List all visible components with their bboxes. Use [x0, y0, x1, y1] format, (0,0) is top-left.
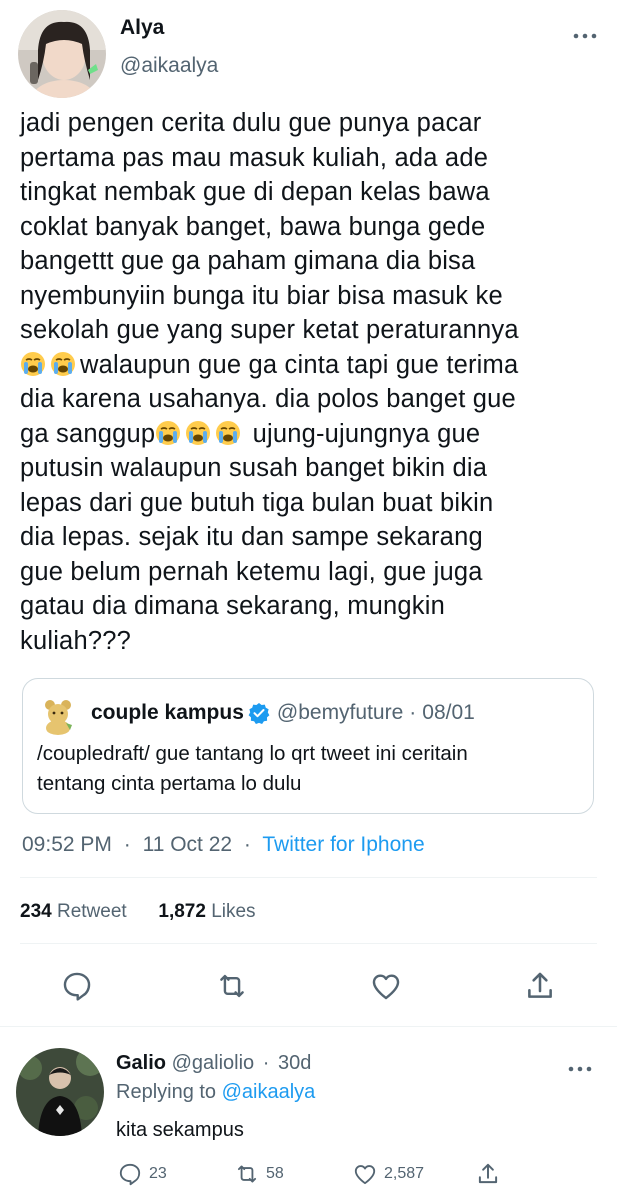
crying-emoji-icon [186, 420, 211, 445]
like-icon [354, 1165, 376, 1185]
more-options-icon[interactable] [570, 26, 600, 46]
likes-label: Likes [211, 901, 256, 922]
reply-avatar[interactable] [16, 1048, 104, 1136]
crying-emoji-icon [216, 420, 241, 445]
likes-stat[interactable]: 1,872 Likes [158, 901, 255, 922]
divider [20, 943, 597, 944]
retweets-count: 234 [20, 901, 52, 922]
separator-dot: · [262, 1052, 270, 1074]
reply-handle[interactable]: @galiolio [172, 1052, 255, 1074]
tweet-line: tingkat nembak gue di depan kelas bawa [20, 178, 490, 206]
tweet-line-emoji: ga sanggup ujung-ujungnya gue [20, 417, 605, 452]
author-name[interactable]: Alya [120, 16, 164, 40]
tweet-line: coklat banyak banget, bawa bunga gede [20, 212, 486, 241]
quoted-line: tentang cinta pertama lo dulu [37, 772, 302, 795]
retweet-count: 58 [266, 1165, 284, 1182]
tweet-line-text: ga sanggup [20, 419, 156, 448]
crying-emoji-icon [21, 351, 45, 376]
share-icon[interactable] [523, 969, 557, 1003]
quoted-avatar [38, 695, 78, 735]
separator-dot: · [409, 701, 417, 724]
reply-time: 30d [277, 1052, 312, 1074]
retweet-icon [237, 1165, 257, 1183]
reply-reply-button[interactable]: 23 [117, 1160, 167, 1188]
author-handle[interactable]: @aikaalya [120, 54, 218, 78]
reply-header: Galio @galiolio · 30d [116, 1052, 311, 1075]
tweet-line: bangettt gue ga paham gimana dia bisa [20, 247, 476, 275]
tweet-line: kuliah??? [20, 626, 131, 655]
replying-to: Replying to @aikaalya [116, 1081, 315, 1104]
tweet-line-text: ujung-ujungnya gue [252, 419, 481, 448]
divider [20, 877, 597, 878]
more-options-icon[interactable] [565, 1059, 595, 1079]
tweet-meta: 09:52 PM · 11 Oct 22 · Twitter for Iphon… [22, 833, 425, 857]
tweet-source[interactable]: Twitter for Iphone [262, 833, 424, 856]
tweet-line-emoji: walaupun gue ga cinta tapi gue terima [20, 348, 605, 383]
reply-share-button[interactable] [475, 1160, 507, 1188]
tweet-line: nyembunyiin bunga itu biar bisa masuk ke [20, 281, 503, 310]
retweets-stat[interactable]: 234 Retweet [20, 901, 127, 922]
quoted-header: couple kampus @bemyfuture · 08/01 [91, 701, 475, 725]
replying-to-label: Replying to [116, 1081, 217, 1103]
like-icon[interactable] [369, 969, 403, 1003]
replying-to-mention[interactable]: @aikaalya [222, 1081, 316, 1103]
reply-name[interactable]: Galio [116, 1052, 166, 1074]
divider [0, 1026, 617, 1027]
tweet-line: pertama pas mau masuk kuliah, ada ade [20, 143, 489, 172]
reply-like-button[interactable]: 2,587 [352, 1160, 424, 1188]
share-icon [478, 1163, 498, 1184]
tweet-line-text: walaupun gue ga cinta tapi gue terima [80, 350, 519, 379]
tweet-line: lepas dari gue butuh tiga bulan buat bik… [20, 488, 494, 517]
reply-icon [119, 1163, 141, 1186]
reply-retweet-button[interactable]: 58 [234, 1160, 284, 1188]
reply-count: 23 [149, 1165, 167, 1182]
tweet-line: gatau dia dimana sekarang, mungkin [20, 592, 445, 620]
quoted-date: 08/01 [422, 701, 475, 724]
tweet-line: dia lepas. sejak itu dan sampe sekarang [20, 523, 483, 551]
author-avatar[interactable] [18, 10, 106, 98]
tweet-line: dia karena usahanya. dia polos banget gu… [20, 385, 516, 413]
tweet-line: putusin walaupun susah banget bikin dia [20, 454, 488, 482]
crying-emoji-icon [156, 420, 181, 445]
verified-badge-icon [248, 702, 270, 724]
likes-count: 1,872 [158, 901, 206, 922]
separator-dot: · [243, 833, 251, 856]
tweet-time[interactable]: 09:52 PM [22, 833, 112, 856]
tweet-stats: 234 Retweet 1,872 Likes [20, 901, 256, 923]
retweets-label: Retweet [56, 901, 127, 922]
retweet-icon[interactable] [215, 969, 249, 1003]
tweet-line: sekolah gue yang super ketat peraturanny… [20, 316, 519, 344]
like-count: 2,587 [384, 1165, 425, 1182]
tweet-text: jadi pengen cerita dulu gue punya pacar … [20, 106, 605, 658]
quoted-line: /coupledraft/ gue tantang lo qrt tweet i… [37, 742, 468, 765]
quoted-tweet[interactable]: couple kampus @bemyfuture · 08/01 /coupl… [22, 678, 594, 814]
crying-emoji-icon [51, 351, 75, 376]
quoted-text: /coupledraft/ gue tantang lo qrt tweet i… [37, 739, 585, 799]
tweet-line: jadi pengen cerita dulu gue punya pacar [20, 109, 482, 137]
tweet-date[interactable]: 11 Oct 22 [143, 833, 233, 856]
quoted-handle[interactable]: @bemyfuture [277, 701, 403, 725]
reply-text: kita sekampus [116, 1119, 244, 1141]
tweet-line: gue belum pernah ketemu lagi, gue juga [20, 557, 483, 586]
quoted-name[interactable]: couple kampus [91, 701, 244, 725]
reply-icon[interactable] [60, 969, 94, 1003]
separator-dot: · [123, 833, 131, 856]
